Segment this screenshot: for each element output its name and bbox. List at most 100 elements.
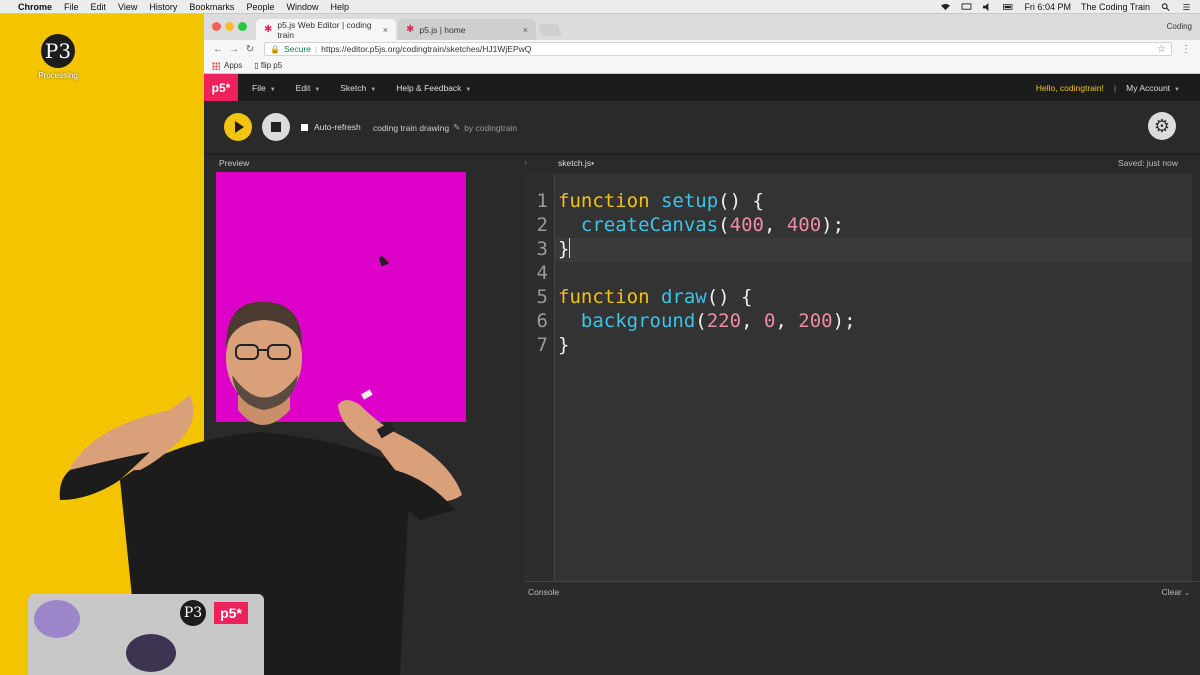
line-number: 6 — [536, 310, 548, 332]
pencil-edit-icon[interactable]: ✎ — [453, 122, 460, 133]
window-minimize-button[interactable] — [225, 22, 234, 31]
url-separator: | — [314, 44, 318, 54]
p5-editor-nav: p5* File ▼ Edit ▼ Sketch ▼ Help & Feedback ▼… — [204, 74, 1200, 101]
keyword: function — [558, 190, 650, 212]
code-line-3: } — [558, 238, 571, 260]
console-clear-button[interactable]: Clear ⌄ — [1161, 587, 1190, 597]
p5-logo[interactable]: p5* — [204, 74, 238, 101]
play-button[interactable] — [224, 113, 252, 141]
volume-icon[interactable] — [982, 2, 993, 11]
spotlight-search-icon[interactable] — [1160, 2, 1171, 11]
wifi-icon[interactable] — [940, 3, 951, 11]
menu-people[interactable]: People — [246, 2, 274, 12]
number-literal: 400 — [729, 214, 764, 236]
stop-button[interactable] — [262, 113, 290, 141]
code-editor[interactable]: 1 2 3 4 5 6 7 function setup() { createC… — [524, 174, 1200, 581]
chevron-down-icon: ▼ — [370, 86, 377, 93]
nav-menu-edit[interactable]: Edit ▼ — [290, 83, 327, 93]
code-line-1: function setup() { — [558, 190, 764, 212]
collapse-sidebar-icon[interactable]: › — [524, 157, 527, 167]
chevron-down-icon: ⌄ — [1184, 590, 1190, 597]
number-literal: 200 — [798, 310, 833, 332]
code-line-5: function draw() { — [558, 286, 753, 308]
nav-menu-help[interactable]: Help & Feedback ▼ — [390, 83, 477, 93]
nav-menu-label: Edit — [295, 82, 311, 93]
my-account-menu[interactable]: My Account ▼ — [1126, 83, 1180, 93]
editor-toolbar: Auto-refresh coding train drawing ✎ by c… — [204, 101, 1200, 153]
number-literal: 400 — [786, 214, 822, 236]
chevron-down-icon: ▼ — [465, 86, 472, 93]
battery-icon[interactable] — [1003, 3, 1014, 11]
nav-menu-label: File — [252, 82, 266, 93]
back-arrow-icon[interactable]: ← — [210, 44, 226, 55]
apps-grid-icon — [212, 61, 220, 70]
tab-p5-editor[interactable]: ✱ p5.js Web Editor | coding train × — [256, 19, 396, 40]
auto-refresh-toggle[interactable]: Auto-refresh — [301, 122, 361, 132]
menu-bookmarks[interactable]: Bookmarks — [189, 2, 234, 12]
p5-favicon-icon: ✱ — [406, 24, 415, 35]
tab-close-icon[interactable]: × — [383, 25, 388, 35]
macos-menu-bar: Chrome File Edit View History Bookmarks … — [0, 0, 1200, 14]
function-name: createCanvas — [580, 214, 719, 236]
console-label: Console — [528, 587, 560, 597]
desktop-icon-label: Processing — [38, 71, 78, 80]
active-line-highlight — [555, 238, 1200, 262]
notification-center-icon[interactable] — [1181, 3, 1192, 11]
nav-menu-file[interactable]: File ▼ — [246, 83, 282, 93]
chevron-down-icon: ▼ — [269, 86, 276, 93]
bookmark-label: Apps — [224, 61, 243, 70]
menubar-user[interactable]: The Coding Train — [1081, 2, 1150, 12]
menu-file[interactable]: File — [64, 2, 79, 12]
code-punct: () { — [706, 286, 753, 308]
unsaved-dot: • — [591, 158, 595, 168]
address-bar[interactable]: 🔒 Secure | https://editor.p5js.org/codin… — [264, 42, 1172, 56]
chrome-menu-icon[interactable]: ⋮ — [1178, 44, 1194, 55]
menu-app-chrome[interactable]: Chrome — [18, 2, 52, 12]
tab-close-icon[interactable]: × — [523, 25, 528, 35]
function-name: draw — [660, 286, 707, 308]
sketch-title: coding train drawing ✎ by codingtrain — [373, 122, 517, 133]
presenter-left-sleeve — [59, 452, 150, 500]
menu-help[interactable]: Help — [330, 2, 349, 12]
new-tab-button[interactable] — [537, 24, 563, 36]
sketch-name[interactable]: coding train drawing — [373, 123, 449, 133]
bookmark-apps[interactable]: Apps — [212, 61, 242, 70]
code-line-7: } — [558, 334, 569, 356]
keyword: function — [558, 286, 650, 308]
menu-window[interactable]: Window — [286, 2, 318, 12]
preview-canvas — [216, 172, 466, 422]
nav-menu-sketch[interactable]: Sketch ▼ — [334, 83, 382, 93]
function-name: setup — [660, 190, 719, 212]
window-close-button[interactable] — [212, 22, 221, 31]
tab-p5-home[interactable]: ✱ p5.js | home × — [398, 19, 536, 40]
number-literal: 220 — [706, 310, 742, 332]
foreground-laptop: P3 p5* — [28, 594, 264, 675]
chrome-profile-button[interactable]: Coding — [1167, 22, 1192, 31]
lock-icon[interactable]: 🔒 — [270, 45, 280, 54]
nav-menu-label: Sketch — [340, 82, 367, 93]
settings-gear-button[interactable]: ⚙ — [1148, 112, 1176, 140]
preview-label: Preview — [219, 158, 250, 168]
airplay-icon[interactable] — [961, 2, 972, 11]
menu-edit[interactable]: Edit — [91, 2, 107, 12]
saved-status: Saved: just now — [1117, 158, 1178, 168]
bookmark-label: flip p5 — [260, 61, 283, 70]
editor-scrollbar[interactable] — [1192, 174, 1200, 581]
auto-refresh-checkbox[interactable] — [301, 123, 308, 131]
reload-icon[interactable]: ↻ — [242, 44, 258, 55]
bookmark-flip-p5[interactable]: ▯ flip p5 — [254, 61, 282, 70]
desktop-icon-processing[interactable]: P3 Processing — [36, 34, 80, 80]
file-name: sketch.js — [558, 158, 592, 168]
tab-strip: ✱ p5.js Web Editor | coding train × ✱ p5… — [204, 14, 1200, 40]
menu-view[interactable]: View — [118, 2, 137, 12]
secure-label: Secure — [283, 44, 311, 54]
window-zoom-button[interactable] — [238, 22, 247, 31]
file-tab-sketch-js[interactable]: sketch.js• — [558, 158, 594, 168]
forward-arrow-icon[interactable]: → — [226, 44, 242, 55]
menu-history[interactable]: History — [149, 2, 177, 12]
presenter-left-arm — [62, 395, 194, 490]
nav-menu-label: Help & Feedback — [396, 82, 462, 93]
processing-app-icon: P3 — [41, 34, 75, 68]
bookmark-star-icon[interactable]: ☆ — [1157, 44, 1166, 55]
menubar-clock[interactable]: Fri 6:04 PM — [1024, 2, 1071, 12]
